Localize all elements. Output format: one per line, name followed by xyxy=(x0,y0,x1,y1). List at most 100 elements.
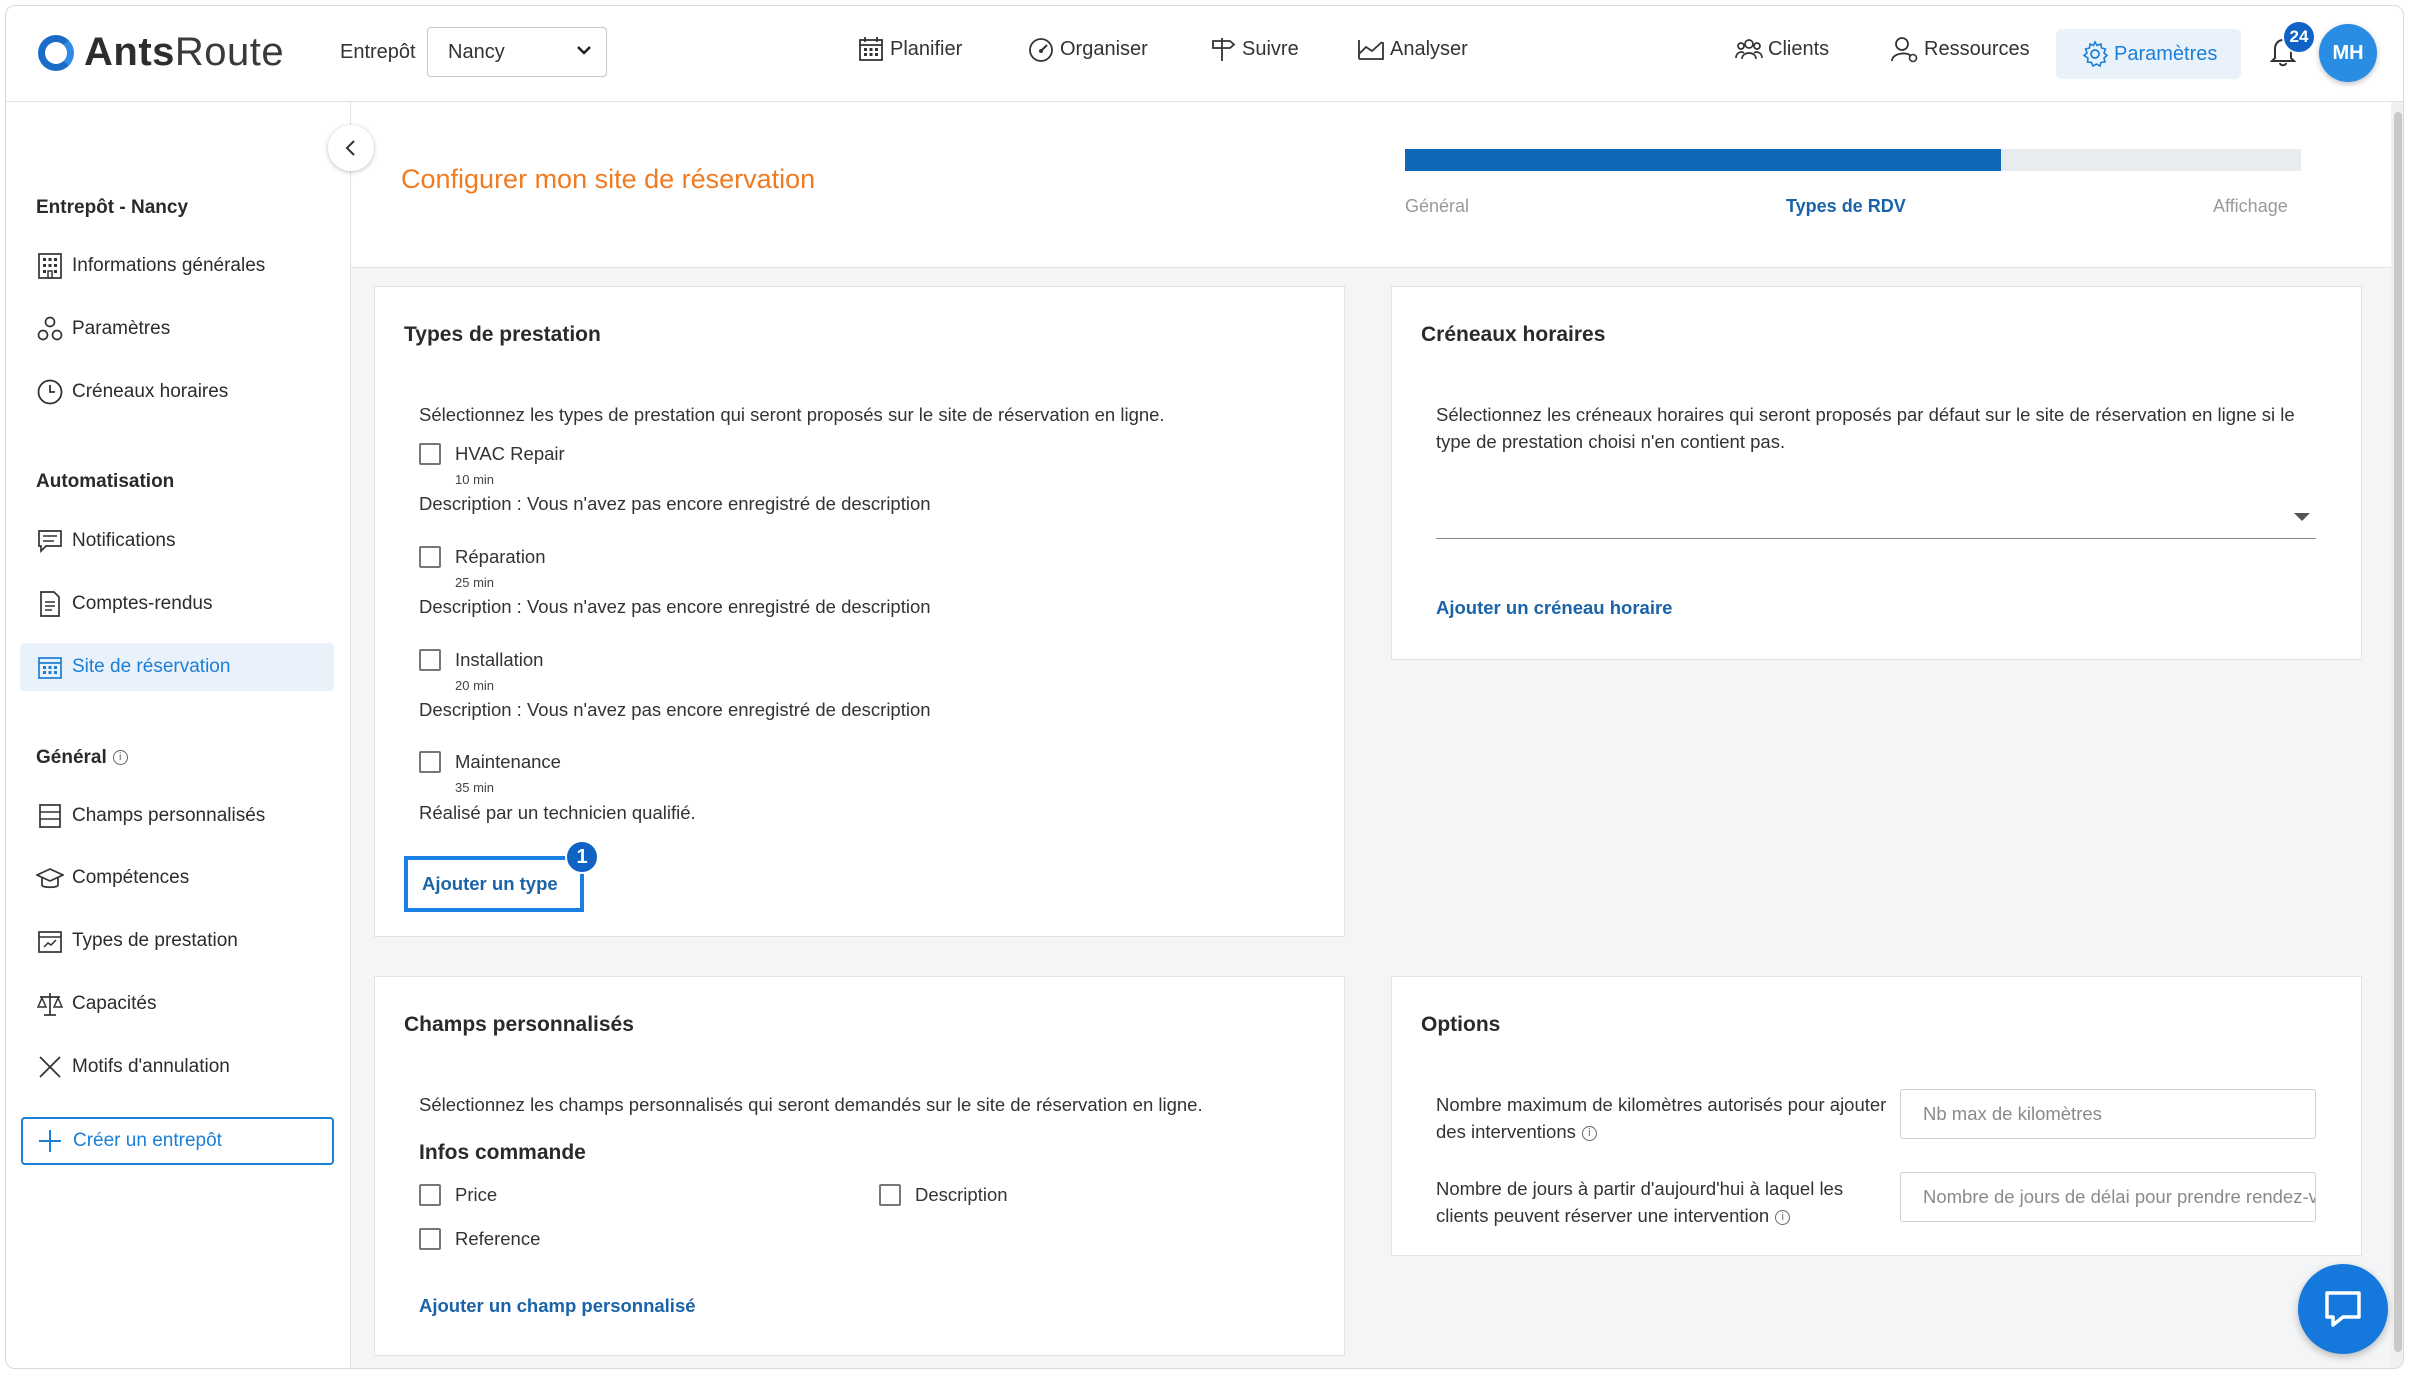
logo-text: Ants xyxy=(84,30,175,74)
add-type-highlight[interactable]: Ajouter un type xyxy=(404,856,584,912)
scrollbar[interactable] xyxy=(2391,102,2403,1368)
nav-organiser-label: Organiser xyxy=(1060,37,1148,60)
prestation-type-row: HVAC Repair 10 min xyxy=(419,443,565,491)
chevron-left-icon xyxy=(345,140,355,156)
card-title: Champs personnalisés xyxy=(404,1013,634,1036)
booking-days-input[interactable]: Nombre de jours de délai pour prendre re… xyxy=(1900,1172,2316,1222)
prestation-type-row: Réparation 25 min xyxy=(419,546,546,594)
logo-text-light: Route xyxy=(174,30,285,74)
sidebar-item-label: Capacités xyxy=(72,993,157,1014)
create-warehouse-button[interactable]: Créer un entrepôt xyxy=(21,1117,334,1165)
warehouse-select-value: Nancy xyxy=(448,40,505,63)
scrollbar-thumb[interactable] xyxy=(2394,112,2402,1352)
signpost-icon xyxy=(1212,38,1236,61)
add-type-link[interactable]: Ajouter un type xyxy=(422,873,558,895)
step-general[interactable]: Général xyxy=(1405,196,1469,217)
app-window: AntsRoute Entrepôt Nancy Planifier Organ… xyxy=(5,5,2404,1369)
checkbox[interactable] xyxy=(419,1184,441,1206)
sidebar-item-label: Créneaux horaires xyxy=(72,381,229,402)
info-icon[interactable]: i xyxy=(112,750,128,766)
nav-organiser[interactable]: Organiser xyxy=(1026,34,1148,64)
sidebar-item-informations[interactable]: Informations générales xyxy=(20,242,334,290)
max-km-input[interactable]: Nb max de kilomètres xyxy=(1900,1089,2316,1139)
calendar-icon xyxy=(38,657,62,679)
card-intro: Sélectionnez les types de prestation qui… xyxy=(419,404,1165,425)
scale-icon xyxy=(36,993,64,1016)
custom-field-label: Price xyxy=(455,1184,498,1205)
prestation-type-row: Maintenance 35 min xyxy=(419,751,561,799)
sidebar-item-parametres[interactable]: Paramètres xyxy=(20,305,334,353)
warehouse-label: Entrepôt xyxy=(340,41,416,63)
add-time-slot-link[interactable]: Ajouter un créneau horaire xyxy=(1436,597,1672,619)
step-affichage[interactable]: Affichage xyxy=(2213,196,2288,217)
sidebar-item-label: Informations générales xyxy=(72,255,266,276)
checkbox[interactable] xyxy=(419,1228,441,1250)
progress-fill xyxy=(1405,149,2001,171)
prestation-type-duration: 35 min xyxy=(455,780,495,795)
progress-bar xyxy=(1405,149,2301,171)
warehouse-select[interactable]: Nancy xyxy=(427,27,607,77)
prestation-type-row: Installation 20 min xyxy=(419,649,543,697)
nav-clients[interactable]: Clients xyxy=(1734,34,1829,64)
sidebar-item-site-reservation[interactable]: Site de réservation xyxy=(20,643,334,691)
nav-analyser-label: Analyser xyxy=(1390,37,1468,60)
options-card: Options Nombre maximum de kilomètres aut… xyxy=(1391,976,2362,1256)
message-icon xyxy=(38,530,62,554)
checkbox[interactable] xyxy=(419,546,441,568)
step-types-rdv[interactable]: Types de RDV xyxy=(1786,196,1906,217)
prestation-type-label: HVAC Repair 10 min xyxy=(455,443,565,491)
option-km-label: Nombre maximum de kilomètres autorisés p… xyxy=(1436,1091,1896,1145)
sidebar-section-warehouse: Entrepôt - Nancy xyxy=(36,197,189,218)
notification-badge: 24 xyxy=(2282,20,2316,54)
sidebar-item-champs[interactable]: Champs personnalisés xyxy=(20,792,334,840)
custom-fields-card: Champs personnalisés Sélectionnez les ch… xyxy=(374,976,1345,1356)
nav-analyser[interactable]: Analyser xyxy=(1356,34,1468,64)
checkbox[interactable] xyxy=(419,443,441,465)
checkbox[interactable] xyxy=(419,751,441,773)
time-slot-select[interactable] xyxy=(1436,497,2316,539)
nav-parametres[interactable]: Paramètres xyxy=(2056,29,2242,79)
create-warehouse-label: Créer un entrepôt xyxy=(73,1130,222,1151)
sidebar-item-creneaux[interactable]: Créneaux horaires xyxy=(20,368,334,416)
collapse-sidebar-button[interactable] xyxy=(328,125,374,171)
chat-button[interactable] xyxy=(2298,1264,2388,1354)
add-custom-field-link[interactable]: Ajouter un champ personnalisé xyxy=(419,1295,696,1317)
prestation-type-description: Description : Vous n'avez pas encore enr… xyxy=(419,493,931,514)
avatar[interactable]: MH xyxy=(2319,24,2377,82)
page-header: Configurer mon site de réservation Génér… xyxy=(351,102,2391,268)
prestation-type-description: Réalisé par un technicien qualifié. xyxy=(419,802,696,823)
field-group-title: Infos commande xyxy=(419,1141,586,1164)
nav-planifier[interactable]: Planifier xyxy=(856,34,962,64)
sidebar-item-motifs[interactable]: Motifs d'annulation xyxy=(20,1043,334,1091)
custom-field-row: Reference xyxy=(419,1228,540,1250)
card-title: Options xyxy=(1421,1013,1501,1036)
checkbox[interactable] xyxy=(419,649,441,671)
step-badge: 1 xyxy=(565,840,599,874)
sidebar-item-competences[interactable]: Compétences xyxy=(20,854,334,902)
nav-ressources[interactable]: Ressources xyxy=(1890,34,2030,64)
checkbox[interactable] xyxy=(879,1184,901,1206)
nav-planifier-label: Planifier xyxy=(890,37,963,60)
chart-icon xyxy=(1358,40,1384,60)
sidebar-item-capacites[interactable]: Capacités xyxy=(20,980,334,1028)
prestation-type-duration: 10 min xyxy=(455,472,495,487)
prestation-type-duration: 20 min xyxy=(455,678,495,693)
sidebar-item-notifications[interactable]: Notifications xyxy=(20,517,334,565)
gear-icon xyxy=(2082,40,2109,68)
sidebar-item-types-prestation[interactable]: Types de prestation xyxy=(20,917,334,965)
info-icon[interactable]: i xyxy=(1775,1209,1791,1225)
caret-down-icon xyxy=(2294,513,2310,521)
card-intro: Sélectionnez les champs personnalisés qu… xyxy=(419,1094,1203,1115)
custom-field-label: Reference xyxy=(455,1228,541,1249)
form-fields-icon xyxy=(39,804,61,828)
prestation-type-name: Installation xyxy=(455,649,544,670)
sidebar-section-general-label: Général xyxy=(36,747,107,768)
info-icon[interactable]: i xyxy=(1581,1125,1597,1141)
sidebar-item-label: Comptes-rendus xyxy=(72,593,213,614)
prestation-type-description: Description : Vous n'avez pas encore enr… xyxy=(419,596,931,617)
sidebar-item-comptes-rendus[interactable]: Comptes-rendus xyxy=(20,580,334,628)
logo[interactable]: AntsRoute xyxy=(38,30,284,75)
nav-suivre-label: Suivre xyxy=(1242,37,1299,60)
sidebar-item-label: Types de prestation xyxy=(72,930,238,951)
nav-suivre[interactable]: Suivre xyxy=(1208,34,1299,64)
